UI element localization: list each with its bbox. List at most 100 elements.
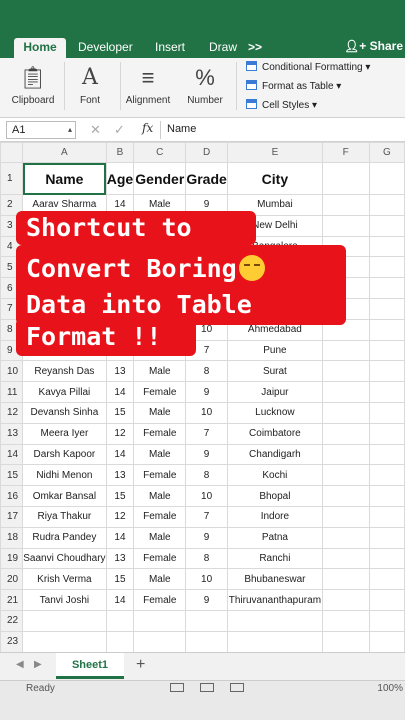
column-header[interactable]: F: [321, 142, 370, 163]
tab-home[interactable]: Home: [14, 38, 66, 58]
name-box[interactable]: A1 ▴▾: [6, 121, 76, 150]
table-cell[interactable]: Male: [133, 485, 187, 507]
table-cell[interactable]: Krish Verma: [22, 568, 107, 591]
table-cell[interactable]: [321, 630, 370, 652]
share-button[interactable]: 👤︎+ Share: [344, 38, 403, 56]
next-sheet-icon[interactable]: ▶: [34, 659, 42, 670]
table-cell[interactable]: Indore: [227, 505, 323, 528]
table-cell[interactable]: [368, 630, 405, 652]
table-cell[interactable]: [321, 609, 370, 632]
table-cell[interactable]: Rudra Pandey: [22, 526, 107, 549]
header-cell[interactable]: Gender: [133, 162, 187, 195]
cancel-icon[interactable]: ✕: [90, 122, 101, 138]
table-cell[interactable]: [321, 505, 370, 528]
table-cell[interactable]: 15: [105, 401, 135, 424]
table-cell[interactable]: [133, 609, 187, 632]
table-cell[interactable]: Bhubaneswar: [227, 568, 323, 591]
table-cell[interactable]: Female: [133, 422, 187, 445]
table-cell[interactable]: [368, 235, 405, 258]
table-cell[interactable]: [368, 589, 405, 611]
row-header[interactable]: 12: [0, 401, 24, 424]
table-cell[interactable]: [368, 443, 405, 466]
table-cell[interactable]: 9: [185, 526, 229, 549]
table-cell[interactable]: Female: [133, 464, 187, 487]
normal-view-icon[interactable]: [170, 683, 184, 692]
insert-function-button[interactable]: fx: [142, 121, 153, 135]
tab-draw[interactable]: Draw: [209, 38, 237, 58]
table-cell[interactable]: Female: [133, 381, 187, 403]
table-cell[interactable]: Female: [133, 547, 187, 570]
row-header[interactable]: 21: [0, 589, 24, 611]
column-header[interactable]: A: [22, 142, 107, 163]
table-cell[interactable]: [368, 422, 405, 445]
number-group[interactable]: % Number: [182, 64, 228, 106]
table-cell[interactable]: 8: [185, 360, 229, 383]
table-cell[interactable]: [321, 381, 370, 403]
table-cell[interactable]: [321, 526, 370, 549]
table-cell[interactable]: [227, 630, 323, 652]
table-cell[interactable]: Female: [133, 589, 187, 611]
table-cell[interactable]: Omkar Bansal: [22, 485, 107, 507]
table-cell[interactable]: 13: [105, 360, 135, 383]
conditional-formatting-button[interactable]: Conditional Formatting ▾: [246, 60, 370, 76]
table-cell[interactable]: 10: [185, 401, 229, 424]
row-header[interactable]: 10: [0, 360, 24, 383]
tab-insert[interactable]: Insert: [155, 38, 185, 58]
table-cell[interactable]: [368, 339, 405, 362]
row-header[interactable]: 23: [0, 630, 24, 652]
table-cell[interactable]: [321, 339, 370, 362]
cell-styles-button[interactable]: Cell Styles ▾: [246, 98, 317, 114]
table-cell[interactable]: [368, 568, 405, 591]
table-cell[interactable]: [368, 277, 405, 299]
table-cell[interactable]: [185, 630, 229, 652]
column-header[interactable]: B: [105, 142, 135, 163]
table-cell[interactable]: [368, 214, 405, 237]
table-cell[interactable]: [321, 443, 370, 466]
table-cell[interactable]: [368, 162, 405, 195]
table-cell[interactable]: [321, 360, 370, 383]
table-cell[interactable]: Male: [133, 360, 187, 383]
table-cell[interactable]: [321, 194, 370, 216]
table-cell[interactable]: 14: [105, 381, 135, 403]
table-cell[interactable]: 15: [105, 568, 135, 591]
font-group[interactable]: A Font: [70, 64, 110, 106]
row-header[interactable]: 17: [0, 505, 24, 528]
table-cell[interactable]: [321, 214, 370, 237]
row-header[interactable]: 11: [0, 381, 24, 403]
table-cell[interactable]: [105, 630, 135, 652]
table-cell[interactable]: Devansh Sinha: [22, 401, 107, 424]
table-cell[interactable]: [368, 360, 405, 383]
row-header[interactable]: 19: [0, 547, 24, 570]
table-cell[interactable]: [368, 256, 405, 279]
table-cell[interactable]: Kochi: [227, 464, 323, 487]
table-cell[interactable]: 7: [185, 422, 229, 445]
table-cell[interactable]: Saanvi Choudhary: [22, 547, 107, 570]
table-cell[interactable]: Male: [133, 526, 187, 549]
row-header[interactable]: 18: [0, 526, 24, 549]
row-header[interactable]: 14: [0, 443, 24, 466]
table-cell[interactable]: [321, 162, 370, 195]
table-cell[interactable]: [227, 609, 323, 632]
table-cell[interactable]: Pune: [227, 339, 323, 362]
table-cell[interactable]: [321, 464, 370, 487]
row-header[interactable]: 1: [0, 162, 24, 195]
column-header[interactable]: E: [227, 142, 323, 163]
table-cell[interactable]: [321, 401, 370, 424]
row-header[interactable]: 20: [0, 568, 24, 591]
table-cell[interactable]: Male: [133, 568, 187, 591]
row-header[interactable]: 15: [0, 464, 24, 487]
sheet-tab-sheet1[interactable]: Sheet1: [56, 653, 124, 679]
table-cell[interactable]: [368, 194, 405, 216]
table-cell[interactable]: Ranchi: [227, 547, 323, 570]
table-cell[interactable]: Male: [133, 401, 187, 424]
table-cell[interactable]: Female: [133, 505, 187, 528]
tab-developer[interactable]: Developer: [78, 38, 133, 58]
table-cell[interactable]: [133, 630, 187, 652]
page-break-icon[interactable]: [230, 683, 244, 692]
table-cell[interactable]: [368, 485, 405, 507]
formula-input[interactable]: Name: [167, 123, 196, 135]
column-header[interactable]: D: [185, 142, 229, 163]
table-cell[interactable]: 12: [105, 422, 135, 445]
table-cell[interactable]: Coimbatore: [227, 422, 323, 445]
check-icon[interactable]: ✓: [114, 122, 125, 138]
